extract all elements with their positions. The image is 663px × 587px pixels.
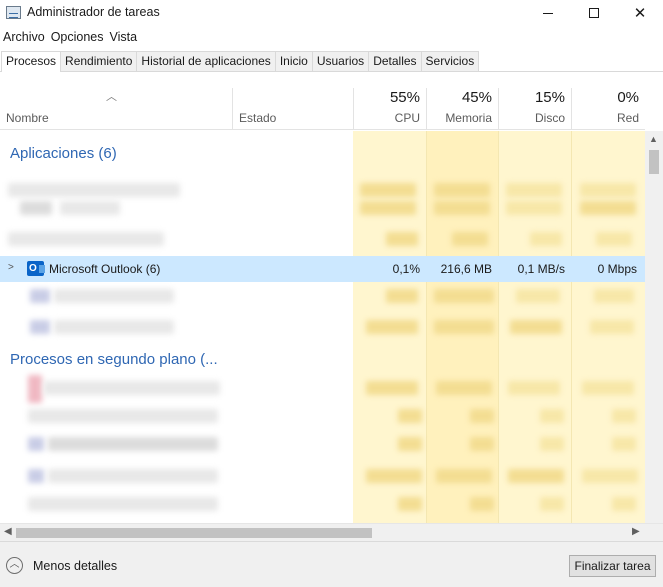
- disk-percent: 15%: [534, 89, 565, 106]
- sort-up-icon: ︿: [106, 91, 117, 103]
- tab-strip: Procesos Rendimiento Historial de aplica…: [0, 51, 663, 72]
- column-name[interactable]: Nombre: [6, 111, 49, 125]
- group-background: Procesos en segundo plano (...: [10, 351, 218, 368]
- memory-percent: 45%: [461, 89, 492, 106]
- network-percent: 0%: [617, 89, 639, 106]
- process-name: Microsoft Outlook (6): [49, 262, 161, 276]
- column-cpu[interactable]: 55% CPU: [353, 88, 426, 130]
- scroll-left-icon[interactable]: ◀: [4, 526, 12, 537]
- column-status[interactable]: Estado: [239, 111, 276, 125]
- menu-opciones[interactable]: Opciones: [48, 28, 107, 46]
- column-divider: [571, 131, 572, 523]
- column-divider: [498, 131, 499, 523]
- menu-bar: Archivo Opciones Vista: [0, 28, 140, 46]
- menu-archivo[interactable]: Archivo: [0, 28, 48, 46]
- table-row-outlook[interactable]: > O Microsoft Outlook (6) 0,1% 216,6 MB …: [0, 256, 645, 282]
- minimize-button[interactable]: [525, 0, 571, 26]
- task-manager-icon: [6, 6, 21, 19]
- process-list[interactable]: Aplicaciones (6) > O Microsoft Outlook (…: [0, 131, 645, 523]
- tab-rendimiento[interactable]: Rendimiento: [60, 51, 138, 71]
- cpu-percent: 55%: [389, 89, 420, 106]
- expand-chevron-icon[interactable]: >: [8, 262, 14, 273]
- tab-historial[interactable]: Historial de aplicaciones: [136, 51, 276, 71]
- end-task-button[interactable]: Finalizar tarea: [569, 555, 656, 577]
- group-apps: Aplicaciones (6): [10, 145, 117, 162]
- maximize-button[interactable]: [571, 0, 617, 26]
- disk-label: Disco: [534, 111, 565, 125]
- horizontal-scrollbar[interactable]: ◀ ▶: [0, 523, 663, 541]
- process-cpu: 0,1%: [392, 262, 420, 276]
- memory-label: Memoria: [445, 111, 492, 125]
- maximize-icon: [589, 8, 599, 18]
- scroll-right-icon[interactable]: ▶: [632, 526, 640, 537]
- process-memory: 216,6 MB: [440, 262, 492, 276]
- column-network[interactable]: 0% Red: [571, 88, 645, 130]
- column-divider[interactable]: [232, 88, 233, 130]
- tab-servicios[interactable]: Servicios: [420, 51, 480, 71]
- close-button[interactable]: ✕: [617, 0, 663, 26]
- footer-bar: ︿ Menos detalles Finalizar tarea: [0, 541, 663, 587]
- outlook-icon: O: [27, 261, 45, 276]
- network-label: Red: [616, 111, 639, 125]
- column-divider: [426, 131, 427, 523]
- tab-procesos[interactable]: Procesos: [1, 51, 62, 72]
- vertical-scrollbar[interactable]: ▲: [645, 131, 663, 523]
- process-disk: 0,1 MB/s: [517, 262, 565, 276]
- chevron-up-circle-icon[interactable]: ︿: [6, 557, 23, 574]
- window-title: Administrador de tareas: [27, 5, 160, 19]
- column-disk[interactable]: 15% Disco: [498, 88, 571, 130]
- column-header: ︿ Nombre Estado 55% CPU 45% Memoria 15% …: [0, 88, 645, 130]
- horizontal-scroll-thumb[interactable]: [16, 528, 372, 538]
- close-icon: ✕: [633, 4, 647, 22]
- tab-detalles[interactable]: Detalles: [368, 51, 422, 71]
- less-details-link[interactable]: Menos detalles: [33, 559, 117, 573]
- process-network: 0 Mbps: [597, 262, 637, 276]
- vertical-scroll-thumb[interactable]: [649, 150, 659, 174]
- title-bar: Administrador de tareas ✕: [0, 0, 663, 26]
- tab-inicio[interactable]: Inicio: [274, 51, 313, 71]
- tab-usuarios[interactable]: Usuarios: [311, 51, 370, 71]
- scroll-up-icon[interactable]: ▲: [649, 134, 658, 144]
- column-memory[interactable]: 45% Memoria: [426, 88, 498, 130]
- minimize-icon: [543, 12, 553, 14]
- cpu-label: CPU: [394, 111, 420, 125]
- menu-vista[interactable]: Vista: [107, 28, 141, 46]
